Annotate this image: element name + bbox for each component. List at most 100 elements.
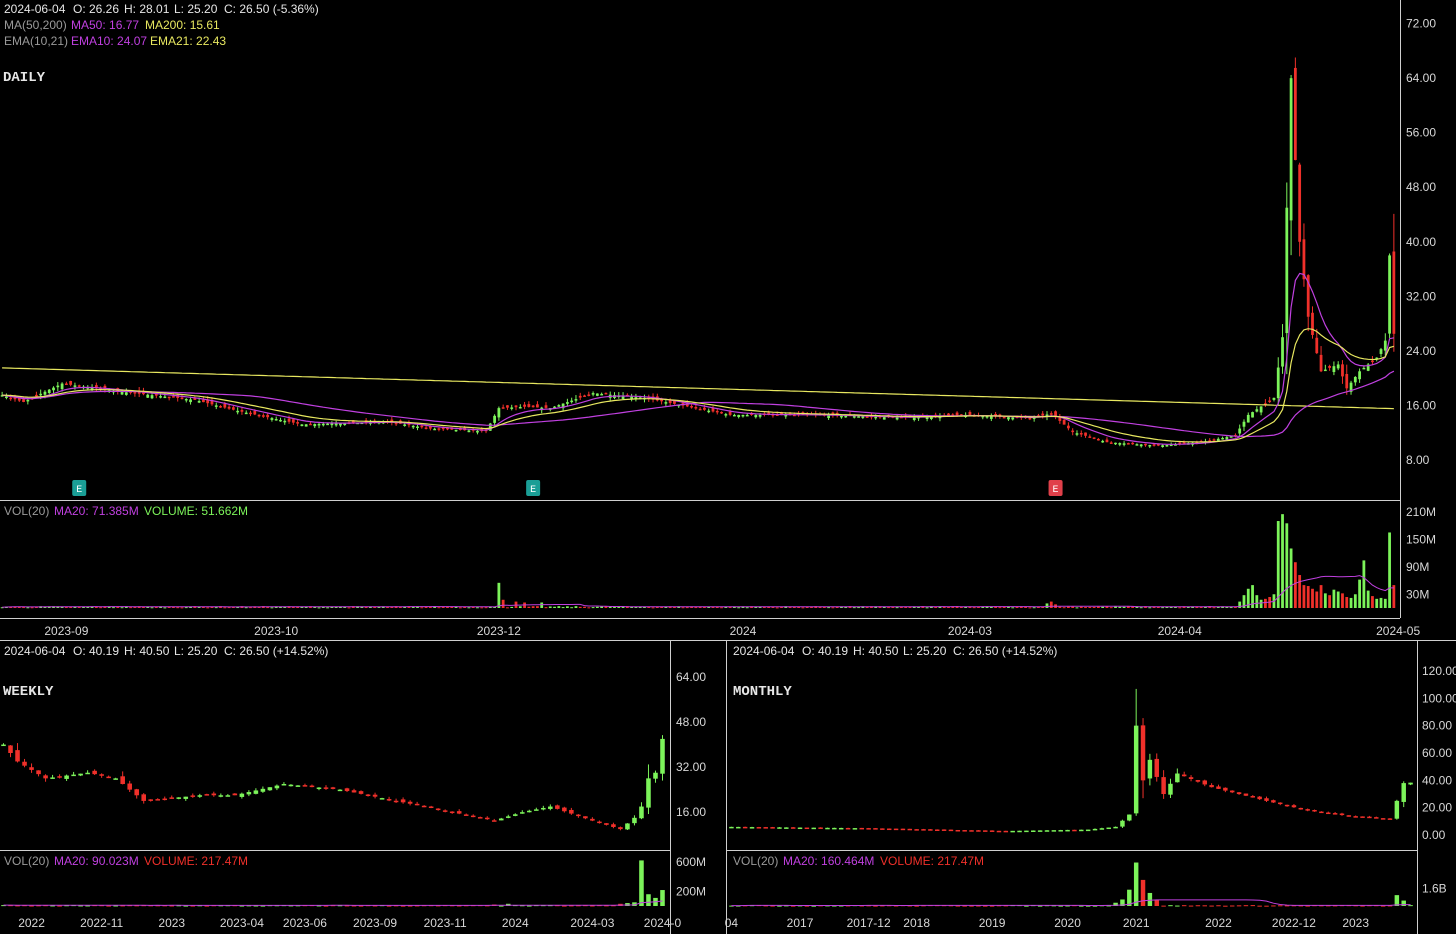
daily-volume-bar: [591, 607, 595, 609]
stock-chart-screen[interactable]: 2024-06-04 O: 26.26 H: 28.01 L: 25.20 C:…: [0, 0, 1456, 934]
monthly-candle-body: [873, 828, 878, 830]
monthly-candle-body: [935, 829, 940, 831]
monthly-y-tick: 100.00: [1422, 691, 1456, 705]
monthly-candle-body: [1051, 830, 1057, 832]
daily-candle-body: [287, 418, 291, 422]
weekly-candle-body: [604, 823, 609, 825]
monthly-candle-body: [1374, 817, 1379, 819]
monthly-candle-body: [1161, 777, 1166, 795]
monthly-candle-body: [811, 827, 816, 830]
daily-candle-body: [1259, 406, 1263, 413]
earnings-marker-label: E: [1053, 485, 1059, 496]
monthly-candle-body: [1223, 787, 1228, 791]
monthly-candle-body: [1202, 780, 1207, 785]
daily-candle-body: [1315, 337, 1319, 354]
weekly-y-tick: 32.00: [676, 760, 706, 774]
daily-candle-body: [514, 405, 518, 408]
monthly-candle-body: [886, 828, 892, 831]
weekly-low: L: 25.20: [174, 644, 218, 658]
weekly-volume-ma-line: [3, 900, 663, 906]
daily-candle-body: [578, 395, 582, 398]
daily-x-tick: 2023-12: [477, 624, 521, 638]
monthly-x-tick: 2021: [1123, 916, 1150, 930]
daily-candle-body: [403, 424, 407, 426]
monthly-volume-y-tick: 1.6B: [1422, 882, 1447, 896]
monthly-candle-body: [804, 827, 810, 830]
daily-candle-body: [591, 393, 595, 395]
daily-volume-bar: [501, 599, 505, 608]
daily-candle-body: [1225, 437, 1229, 440]
daily-candle-body: [1075, 433, 1079, 435]
monthly-x-tick: 2023: [1342, 916, 1369, 930]
monthly-volume-bar: [1408, 905, 1413, 907]
monthly-candle-body: [1298, 807, 1304, 810]
daily-candle-body: [728, 411, 732, 415]
daily-high: H: 28.01: [124, 2, 170, 16]
weekly-volume-bar: [527, 905, 532, 907]
monthly-candle-body: [1065, 829, 1070, 832]
monthly-volume-bar: [1133, 862, 1139, 906]
weekly-candle-body: [267, 787, 273, 791]
daily-candle-body: [1041, 413, 1045, 416]
daily-volume-bar: [1302, 585, 1306, 608]
daily-candle-body: [1371, 360, 1374, 363]
weekly-candle-body: [548, 806, 553, 809]
daily-candle-body: [1242, 421, 1246, 427]
weekly-candle-body: [372, 794, 378, 797]
weekly-candle-body: [232, 793, 238, 796]
monthly-candle-body: [742, 826, 748, 829]
weekly-volume-y-tick: 200M: [676, 884, 706, 898]
weekly-candle-body: [204, 794, 210, 796]
daily-volume-bar: [437, 607, 441, 609]
weekly-candle-body: [541, 807, 546, 810]
daily-candle-body: [1383, 340, 1387, 351]
daily-y-tick: 24.00: [1406, 344, 1436, 358]
weekly-candle-body: [442, 810, 448, 812]
daily-candle-body: [694, 407, 698, 409]
daily-candle-body: [1238, 428, 1242, 434]
monthly-candle-body: [1044, 830, 1050, 832]
monthly-candle-body: [859, 827, 864, 830]
weekly-title: WEEKLY: [3, 684, 54, 700]
daily-volume-bar: [1379, 597, 1383, 608]
daily-candle-body: [249, 412, 252, 415]
monthly-candle-body: [1147, 759, 1153, 779]
daily-candle-body: [296, 422, 300, 424]
daily-candle-body: [1028, 417, 1032, 420]
weekly-x-tick: 2024-03: [570, 916, 614, 930]
weekly-x-tick: 2024-0: [644, 916, 682, 930]
daily-candle-body: [1131, 442, 1135, 445]
daily-volume-bar: [506, 607, 509, 609]
monthly-volume-value-label: VOLUME: 217.47M: [880, 854, 984, 868]
daily-candle-body: [304, 424, 308, 427]
monthly-volume-bar: [1278, 905, 1283, 907]
daily-candle-body: [416, 426, 419, 429]
daily-candle-body: [720, 411, 723, 414]
daily-volume-bar: [1062, 607, 1066, 609]
daily-candle-body: [518, 406, 522, 409]
monthly-candle-body: [1257, 796, 1262, 800]
daily-x-tick: 2023-09: [44, 624, 88, 638]
daily-volume-bar: [1032, 607, 1036, 609]
daily-volume-bar: [1392, 585, 1396, 608]
weekly-candle-body: [463, 814, 469, 816]
weekly-candle-body: [316, 787, 322, 790]
monthly-volume-bar: [1264, 905, 1269, 907]
monthly-candle-body: [1264, 798, 1269, 801]
daily-candle-body: [321, 423, 325, 426]
daily-volume-bar: [1298, 575, 1302, 608]
weekly-candle-body: [653, 772, 658, 779]
monthly-candle-body: [1017, 830, 1022, 833]
weekly-candle-body: [562, 807, 567, 812]
daily-candle-body: [197, 401, 201, 403]
monthly-volume-bar: [1257, 905, 1262, 907]
daily-volume-bar: [1276, 521, 1280, 608]
daily-volume-bar: [583, 606, 586, 608]
daily-candle-body: [882, 417, 886, 420]
monthly-candle-body: [1380, 818, 1386, 820]
daily-candle-body: [595, 393, 599, 396]
weekly-x-tick: 2022-11: [80, 916, 123, 930]
daily-candle-body: [527, 404, 531, 407]
daily-candle-body: [60, 383, 64, 390]
monthly-candle-body: [1140, 725, 1146, 781]
